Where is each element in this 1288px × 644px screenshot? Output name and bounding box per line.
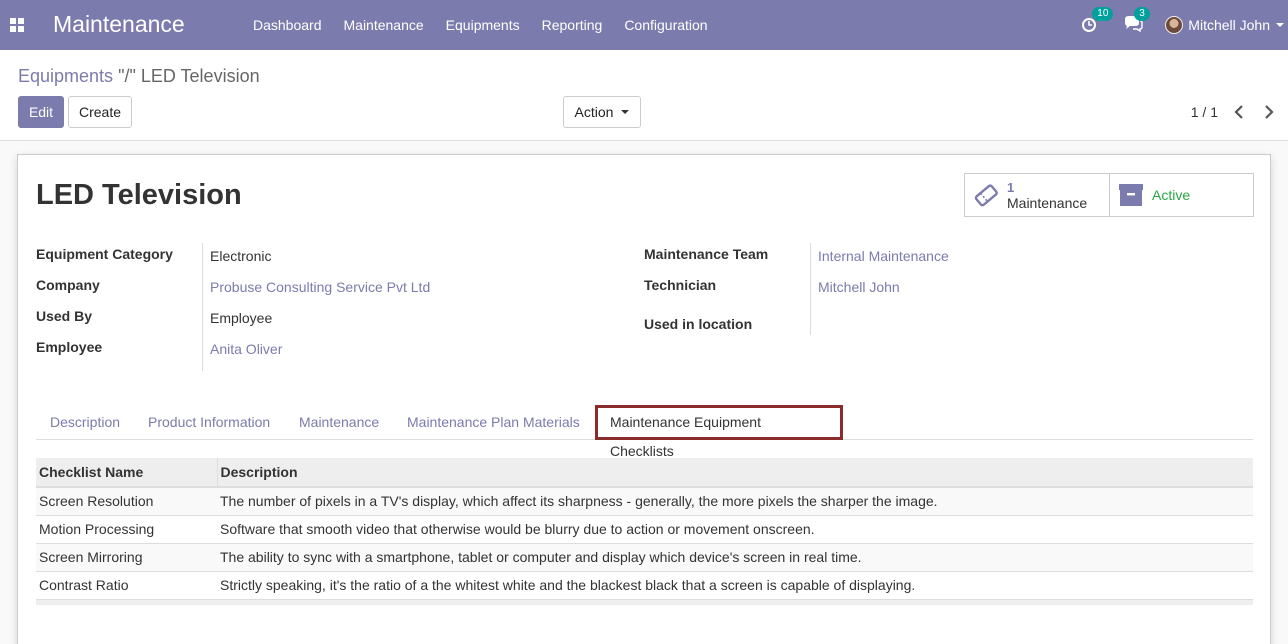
top-navbar: Maintenance Dashboard Maintenance Equipm… [0,0,1288,50]
description-cell: The number of pixels in a TV's display, … [217,486,1253,515]
used-in-location-label: Used in location [644,316,753,332]
menu-maintenance[interactable]: Maintenance [333,0,435,50]
record-title: LED Television [36,179,242,211]
messages-badge: 3 [1134,7,1150,21]
field-divider [202,243,203,371]
form-sheet: LED Television 1 Maintenance Active Equi… [17,154,1271,644]
archive-icon [1119,184,1143,206]
technician-link[interactable]: Mitchell John [818,279,900,295]
used-by-value: Employee [210,310,273,326]
active-toggle-button[interactable]: Active [1109,174,1253,216]
tab-description[interactable]: Description [50,405,120,440]
breadcrumb-current: "/" LED Television [118,66,260,86]
menu-configuration[interactable]: Configuration [613,0,718,50]
table-row[interactable]: Motion Processing Software that smooth v… [36,514,1253,543]
tab-maintenance-equipment-checklists[interactable]: Maintenance Equipment Checklists [595,405,843,459]
checklist-name-cell: Contrast Ratio [36,570,217,599]
tab-maintenance-plan-materials[interactable]: Maintenance Plan Materials [407,405,580,440]
company-link[interactable]: Probuse Consulting Service Pvt Ltd [210,279,430,295]
menu-reporting[interactable]: Reporting [531,0,614,50]
user-menu[interactable]: Mitchell John [1165,16,1284,34]
menu-equipments[interactable]: Equipments [435,0,531,50]
control-panel: Equipments "/" LED Television Edit Creat… [0,50,1288,141]
tab-product-information[interactable]: Product Information [148,405,270,440]
description-cell: Strictly speaking, it's the ratio of a t… [217,570,1253,599]
breadcrumb: Equipments "/" LED Television [18,66,260,87]
employee-link[interactable]: Anita Oliver [210,341,282,357]
table-row[interactable]: Contrast Ratio Strictly speaking, it's t… [36,570,1253,599]
pager-value[interactable]: 1 / 1 [1191,104,1218,120]
avatar [1165,16,1184,34]
equipment-category-label: Equipment Category [36,246,173,262]
equipment-category-value: Electronic [210,248,272,264]
app-brand[interactable]: Maintenance [53,11,185,38]
column-header-checklist-name[interactable]: Checklist Name [36,458,217,488]
apps-menu-icon[interactable] [10,18,24,32]
activity-icon[interactable]: 10 [1081,7,1114,35]
column-header-description[interactable]: Description [216,458,1253,488]
activity-badge: 10 [1092,7,1114,21]
employee-label: Employee [36,339,103,355]
table-footer-row [36,598,1253,605]
checklist-name-cell: Motion Processing [36,514,217,543]
checklist-name-cell: Screen Mirroring [36,542,217,571]
create-button[interactable]: Create [68,96,132,128]
maintenance-team-link[interactable]: Internal Maintenance [818,248,949,264]
table-header-row: Checklist Name Description [36,458,1253,488]
breadcrumb-parent[interactable]: Equipments [18,66,113,86]
messages-icon[interactable]: 3 [1123,7,1150,35]
chevron-down-icon [1276,23,1284,27]
systray: 10 3 Mitchell John [1081,0,1288,50]
smart-button-box: 1 Maintenance Active [964,173,1254,217]
table-row[interactable]: Screen Mirroring The ability to sync wit… [36,542,1253,571]
active-label: Active [1152,187,1191,203]
checklist-table: Checklist Name Description Screen Resolu… [36,458,1253,605]
maintenance-count-label: Maintenance [1007,194,1088,211]
menu-dashboard[interactable]: Dashboard [242,0,333,50]
field-divider [810,243,811,335]
pager-next-icon[interactable] [1259,102,1279,122]
chevron-down-icon [621,110,630,114]
action-label: Action [574,104,614,120]
company-label: Company [36,277,100,293]
user-name: Mitchell John [1188,17,1270,33]
notebook-tabs: Description Product Information Maintena… [36,405,1253,459]
ticket-icon [974,184,998,207]
action-button[interactable]: Action [563,96,641,128]
used-by-label: Used By [36,308,93,324]
tab-maintenance[interactable]: Maintenance [299,405,379,440]
table-row[interactable]: Screen Resolution The number of pixels i… [36,486,1253,515]
description-cell: The ability to sync with a smartphone, t… [217,542,1253,571]
pager-previous-icon[interactable] [1229,102,1249,122]
main-menu: Dashboard Maintenance Equipments Reporti… [242,0,719,50]
edit-button[interactable]: Edit [18,96,64,128]
description-cell: Software that smooth video that otherwis… [217,514,1253,543]
maintenance-count: 1 [1007,179,1015,195]
checklist-name-cell: Screen Resolution [36,486,217,515]
maintenance-team-label: Maintenance Team [644,246,769,262]
technician-label: Technician [644,277,717,293]
maintenance-smart-button[interactable]: 1 Maintenance [965,174,1109,216]
